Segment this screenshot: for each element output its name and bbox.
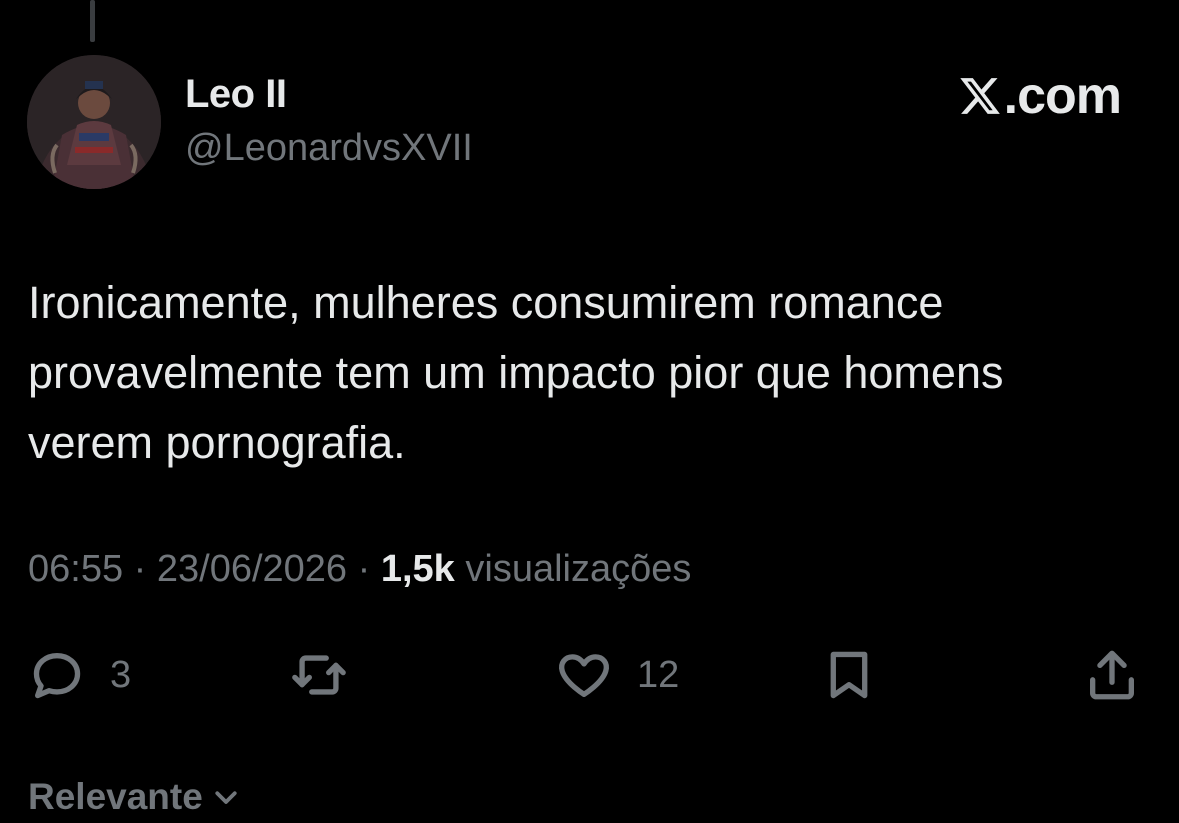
meta-separator: · xyxy=(133,548,147,590)
replies-sort-dropdown[interactable]: Relevante xyxy=(28,776,241,818)
share-button[interactable] xyxy=(1083,645,1141,705)
chevron-down-icon xyxy=(215,791,237,804)
meta-separator: · xyxy=(357,548,371,590)
tweet-text: Ironicamente, mulheres consumirem romanc… xyxy=(28,277,1004,468)
reply-icon xyxy=(33,653,81,699)
retweet-button[interactable] xyxy=(290,645,348,705)
brand-watermark: .com xyxy=(958,66,1122,126)
bookmark-button[interactable] xyxy=(820,645,878,705)
tweet-meta: 06:55 · 23/06/2026 · 1,5k visualizações xyxy=(28,548,691,591)
like-count: 12 xyxy=(637,653,680,696)
share-icon xyxy=(1090,650,1134,700)
avatar-image xyxy=(27,55,161,189)
retweet-icon xyxy=(292,655,346,695)
author-handle[interactable]: @LeonardvsXVII xyxy=(185,127,473,170)
brand-text: .com xyxy=(1003,67,1122,125)
replies-sort-label: Relevante xyxy=(28,776,203,817)
bookmark-icon xyxy=(830,651,868,699)
views-label: visualizações xyxy=(465,548,692,590)
views-count[interactable]: 1,5k xyxy=(381,548,455,590)
reply-count: 3 xyxy=(110,653,132,696)
thread-connector-line xyxy=(90,0,95,42)
author-display-name[interactable]: Leo II xyxy=(185,72,287,117)
reply-button[interactable]: 3 xyxy=(28,645,131,705)
like-button[interactable]: 12 xyxy=(555,645,679,705)
heart-icon xyxy=(559,654,609,697)
tweet-time[interactable]: 06:55 xyxy=(28,548,123,590)
x-logo-icon xyxy=(959,78,1000,114)
avatar[interactable] xyxy=(27,55,161,189)
tweet-date[interactable]: 23/06/2026 xyxy=(157,548,347,590)
